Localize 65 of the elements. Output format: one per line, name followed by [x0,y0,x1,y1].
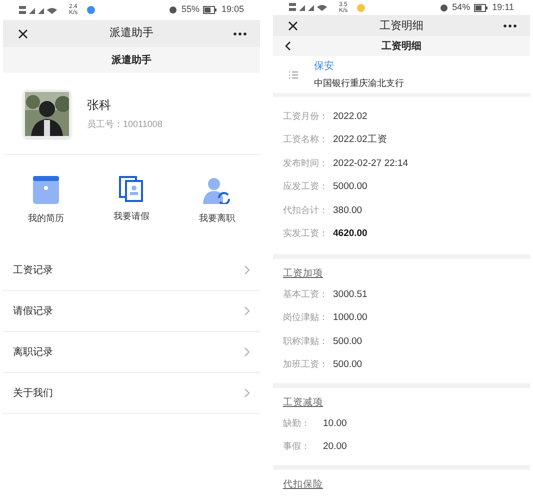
menu-item-label: 离职记录 [13,346,53,360]
field-label: 代扣合计： [283,204,329,217]
employee-id: 员工号：10011008 [87,118,162,131]
chevron-left-icon [285,41,291,52]
field-value: 500.00 [333,358,362,372]
field-value: 20.00 [323,440,347,454]
close-icon [18,28,28,38]
list-icon [289,70,298,79]
menu-item-label: 关于我们 [13,386,53,400]
person-refresh-icon [203,176,232,204]
chevron-right-icon [244,388,250,398]
chevron-right-icon [244,265,250,275]
battery-icon [474,4,488,12]
more-icon [233,32,247,36]
position-name: 保安 [314,60,335,74]
field-label: 发布时间： [283,156,329,170]
shortcut-button[interactable]: 我的简历 [14,176,78,226]
field-value: 1000.00 [333,311,368,326]
shortcut-button[interactable]: 我要请假 [99,176,164,224]
section-title: 工资加项 [283,266,323,281]
menu-item[interactable]: 关于我们 [3,373,260,414]
field-value: 500.00 [333,334,362,349]
field-value: 3000.51 [333,288,368,302]
clock: 19:11 [492,0,514,14]
field-label: 实发工资： [283,227,329,240]
shortcut-button[interactable]: 我要离职 [185,176,250,226]
id-card-icon [119,176,144,202]
battery-icon [203,6,218,14]
field-label: 事假： [283,440,311,454]
window-title: 派遣助手 [110,26,154,42]
section-title: 代扣保险 [283,478,323,492]
field-label: 职称津贴： [283,334,329,348]
menu-item-label: 工资记录 [13,264,53,278]
field-label: 加班工资： [283,358,329,372]
field-label: 工资月份： [283,110,329,123]
field-label: 缺勤： [283,416,311,430]
battery-percent: 55% [181,3,200,16]
chevron-right-icon [244,347,250,357]
page-header: 工资明细 [382,40,422,54]
clock: 19:05 [221,3,244,16]
field-label: 工资名称： [283,133,329,146]
menu-item[interactable]: 工资记录 [3,250,260,291]
menu-item[interactable]: 请假记录 [3,291,260,332]
menu-item[interactable]: 离职记录 [3,332,260,373]
field-value: 10.00 [323,416,347,431]
window-title: 工资明细 [380,18,424,34]
battery-percent: 54% [452,0,470,14]
close-icon [288,20,298,31]
bank-name: 中国银行重庆渝北支行 [314,76,404,90]
field-label: 岗位津贴： [283,311,329,324]
field-value: 5000.00 [333,180,368,194]
field-label: 应发工资： [283,180,329,194]
field-value: 2022.02 [333,110,368,124]
more-icon [503,24,517,28]
field-value: 4620.00 [333,227,368,242]
chevron-right-icon [244,306,250,316]
menu-item-label: 请假记录 [13,304,53,318]
field-label: 基本工资： [283,288,329,301]
field-value: 2022.02工资 [333,133,388,148]
folder-icon [32,176,59,204]
field-value: 380.00 [333,204,362,218]
user-name: 张科 [87,96,112,114]
section-title: 工资减项 [283,396,323,410]
field-value: 2022-02-27 22:14 [333,156,408,171]
page-header: 派遣助手 [3,47,260,73]
